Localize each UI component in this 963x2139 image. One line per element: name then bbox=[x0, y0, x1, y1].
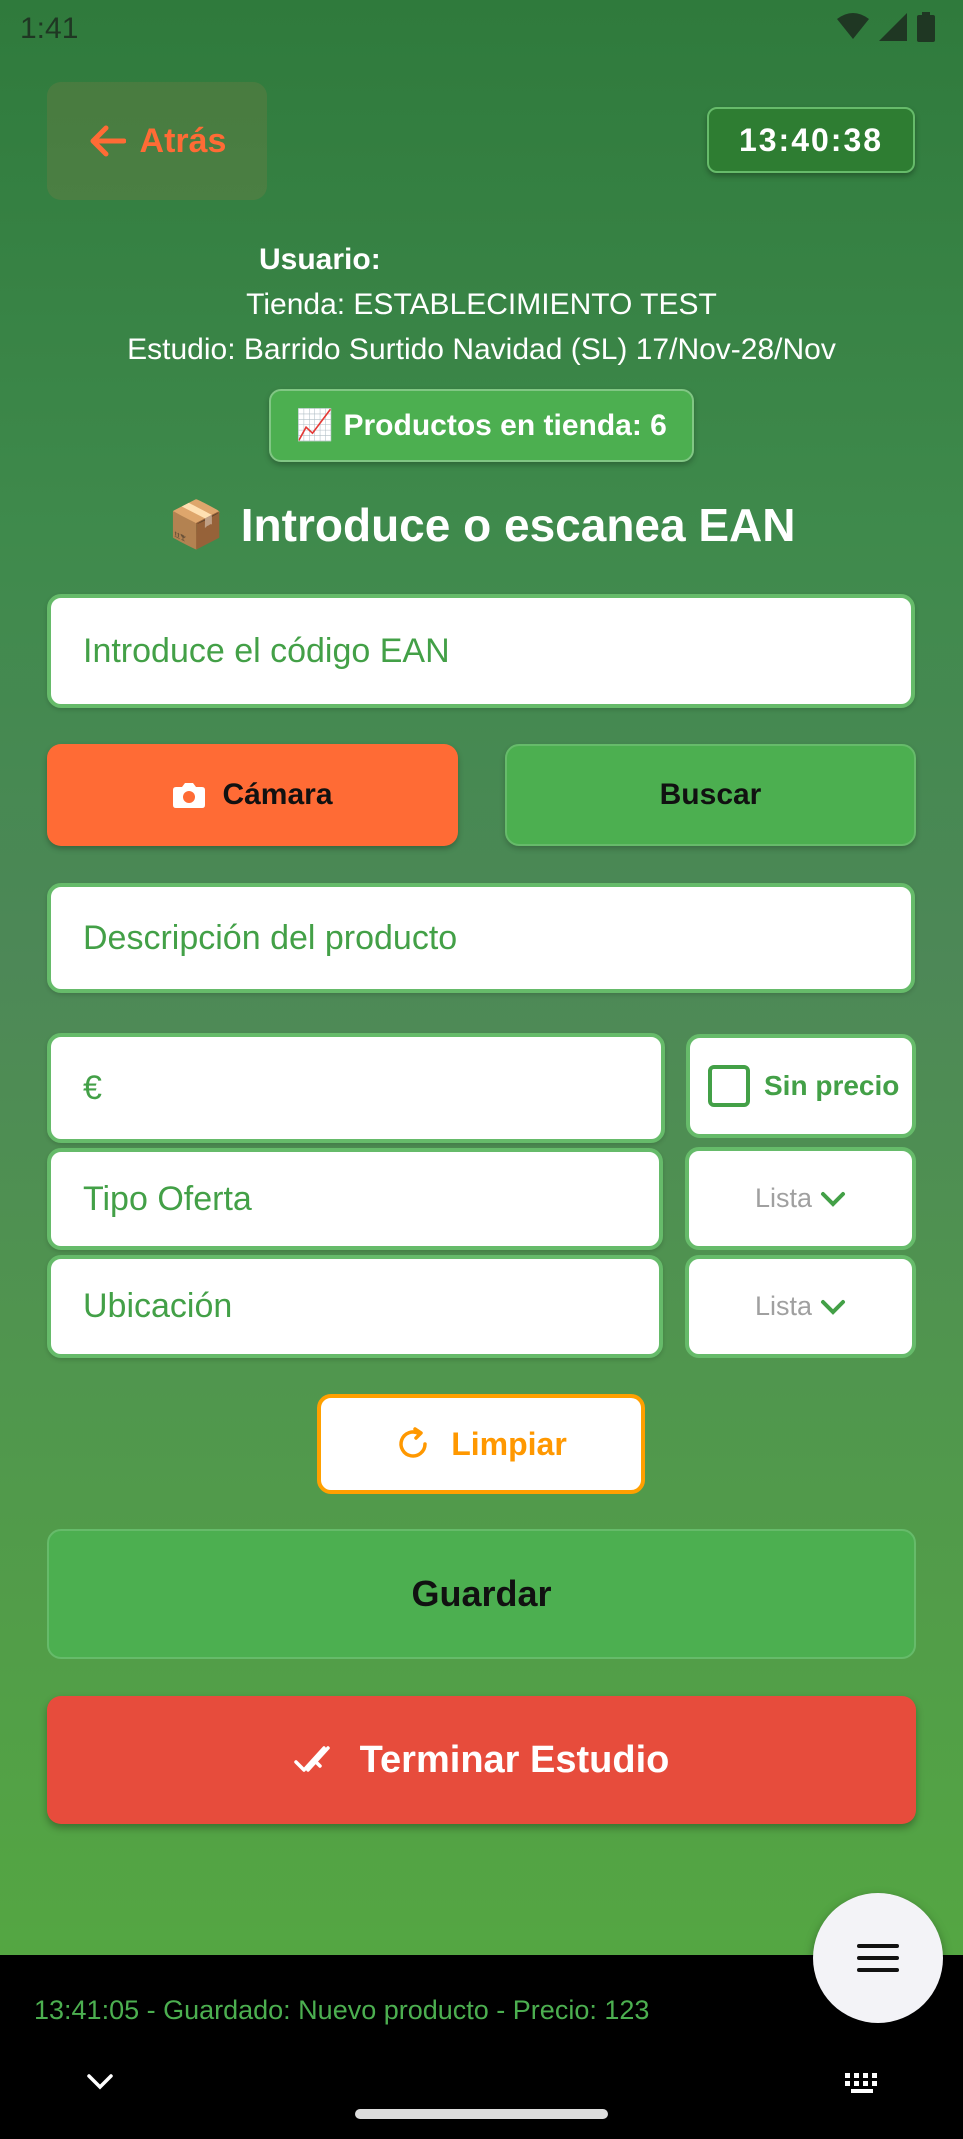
battery-icon bbox=[917, 12, 935, 42]
no-price-checkbox[interactable]: Sin precio bbox=[686, 1034, 916, 1138]
store-label: Tienda: ESTABLECIMIENTO TEST bbox=[246, 288, 717, 321]
ean-section-title-text: Introduce o escanea EAN bbox=[240, 498, 796, 551]
package-icon: 📦 bbox=[167, 498, 225, 550]
app-screen: 1:41 Atrás 13:40:38 Usuario: Tienda: EST… bbox=[0, 0, 963, 2139]
checkbox-box[interactable] bbox=[708, 1065, 750, 1107]
arrow-left-icon bbox=[90, 125, 126, 157]
no-price-label: Sin precio bbox=[764, 1070, 900, 1101]
chevron-down-icon bbox=[821, 1191, 846, 1207]
save-button[interactable]: Guardar bbox=[47, 1529, 916, 1659]
status-icons bbox=[837, 12, 935, 42]
ean-input[interactable]: Introduce el código EAN bbox=[47, 594, 915, 708]
signal-icon bbox=[879, 13, 907, 41]
log-message: 13:41:05 - Guardado: Nuevo producto - Pr… bbox=[34, 1995, 650, 2025]
study-label: Estudio: Barrido Surtido Navidad (SL) 17… bbox=[127, 333, 836, 366]
wifi-icon bbox=[837, 13, 869, 39]
session-clock: 13:40:38 bbox=[707, 107, 915, 173]
search-button[interactable]: Buscar bbox=[505, 744, 916, 846]
home-gesture-pill[interactable] bbox=[355, 2109, 608, 2119]
chevron-down-icon bbox=[821, 1299, 846, 1315]
clear-button[interactable]: Limpiar bbox=[317, 1394, 645, 1494]
price-input[interactable]: € bbox=[47, 1033, 665, 1143]
offer-list-label: Lista bbox=[754, 1183, 813, 1213]
keyboard-icon[interactable] bbox=[843, 2071, 883, 2095]
hamburger-menu-icon bbox=[857, 1944, 899, 1972]
finish-study-button[interactable]: Terminar Estudio bbox=[47, 1696, 916, 1824]
double-check-icon bbox=[293, 1746, 330, 1772]
status-bar: 1:41 bbox=[0, 0, 963, 60]
location-list-select[interactable]: Lista bbox=[685, 1255, 916, 1358]
location-list-label: Lista bbox=[754, 1291, 813, 1321]
offer-type-list-select[interactable]: Lista bbox=[685, 1147, 916, 1250]
refresh-icon bbox=[399, 1427, 427, 1458]
clear-button-label: Limpiar bbox=[451, 1425, 567, 1462]
finish-study-label: Terminar Estudio bbox=[359, 1738, 670, 1781]
user-label: Usuario: bbox=[259, 243, 381, 276]
camera-button[interactable]: Cámara bbox=[47, 744, 458, 846]
location-input[interactable]: Ubicación bbox=[47, 1255, 663, 1358]
chart-up-icon: 📈 bbox=[296, 409, 334, 442]
menu-fab-button[interactable] bbox=[813, 1893, 943, 2023]
products-in-store-badge: 📈 Productos en tienda: 6 bbox=[269, 389, 694, 462]
back-button-label: Atrás bbox=[139, 121, 227, 160]
collapse-chevron-icon[interactable] bbox=[86, 2073, 114, 2091]
back-button[interactable]: Atrás bbox=[47, 82, 267, 200]
camera-icon bbox=[173, 783, 206, 808]
offer-type-input[interactable]: Tipo Oferta bbox=[47, 1148, 663, 1250]
status-time: 1:41 bbox=[20, 12, 79, 45]
camera-button-label: Cámara bbox=[222, 778, 333, 811]
description-input[interactable]: Descripción del producto bbox=[47, 883, 915, 993]
ean-section-title: 📦 Introduce o escanea EAN bbox=[0, 497, 963, 552]
products-in-store-label: Productos en tienda: 6 bbox=[343, 408, 667, 442]
